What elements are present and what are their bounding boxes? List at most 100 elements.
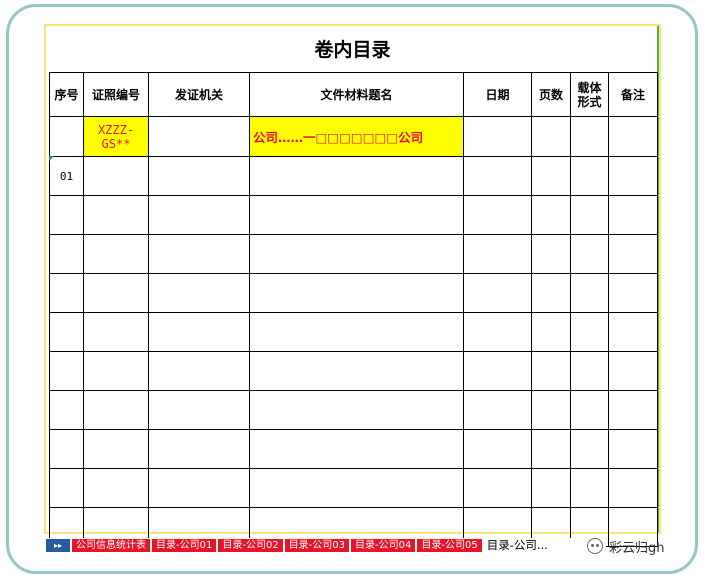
header-cell-medium[interactable]: 载体形式 — [570, 72, 609, 117]
cell[interactable] — [463, 312, 532, 352]
cell[interactable] — [608, 429, 658, 469]
header-cell-remark[interactable]: 备注 — [608, 72, 658, 117]
header-cell-doc-title[interactable]: 文件材料题名 — [249, 72, 464, 117]
cell[interactable] — [463, 351, 532, 391]
cell[interactable] — [570, 312, 609, 352]
cell-seq[interactable] — [49, 351, 84, 391]
cell[interactable] — [83, 273, 149, 313]
cell-seq[interactable] — [49, 468, 84, 508]
cell[interactable] — [148, 195, 250, 235]
cell[interactable] — [83, 234, 149, 274]
cell-seq[interactable] — [49, 273, 84, 313]
cell[interactable] — [463, 234, 532, 274]
cell[interactable] — [463, 156, 532, 196]
cell[interactable] — [570, 156, 609, 196]
cell[interactable] — [463, 468, 532, 508]
cell-seq[interactable] — [49, 312, 84, 352]
header-cell-issuer[interactable]: 发证机关 — [148, 72, 250, 117]
sheet-tab-company02[interactable]: 目录-公司02 — [218, 539, 283, 552]
cell[interactable] — [83, 429, 149, 469]
header-cell-date[interactable]: 日期 — [463, 72, 532, 117]
header-cell-code[interactable]: 证照编号 — [83, 72, 149, 117]
cell[interactable] — [249, 234, 464, 274]
cell[interactable] — [531, 351, 571, 391]
cell[interactable] — [570, 429, 609, 469]
cell[interactable] — [83, 468, 149, 508]
watermark-text: 彩云归gh — [609, 540, 665, 556]
header-cell-pages[interactable]: 页数 — [531, 72, 571, 117]
cell[interactable] — [83, 390, 149, 430]
cell[interactable] — [531, 312, 571, 352]
cell-issuer[interactable] — [148, 116, 250, 157]
cell[interactable] — [570, 351, 609, 391]
tab-scroll-arrows[interactable]: ▸▸ — [46, 539, 70, 552]
cell[interactable] — [570, 234, 609, 274]
sheet-tab-active[interactable]: 目录-公司... — [483, 539, 551, 552]
cell-seq[interactable] — [49, 429, 84, 469]
cell[interactable] — [608, 351, 658, 391]
cell[interactable] — [570, 468, 609, 508]
cell[interactable] — [148, 390, 250, 430]
cell[interactable] — [249, 351, 464, 391]
cell[interactable] — [531, 468, 571, 508]
cell-seq[interactable] — [49, 390, 84, 430]
cell-seq[interactable] — [49, 195, 84, 235]
cell[interactable] — [531, 429, 571, 469]
cell[interactable] — [83, 312, 149, 352]
cell-seq[interactable] — [49, 234, 84, 274]
cell-pages[interactable] — [531, 116, 571, 157]
cell[interactable] — [148, 468, 250, 508]
cell-seq[interactable] — [49, 116, 84, 157]
cell[interactable] — [608, 195, 658, 235]
cell[interactable] — [570, 273, 609, 313]
cell[interactable] — [531, 156, 571, 196]
cell[interactable] — [249, 156, 464, 196]
cell[interactable] — [608, 273, 658, 313]
cell-seq[interactable]: 01 — [49, 156, 84, 196]
cell-medium[interactable] — [570, 116, 609, 157]
sheet-tab-company05[interactable]: 目录-公司05 — [417, 539, 482, 552]
cell[interactable] — [148, 351, 250, 391]
cell[interactable] — [83, 351, 149, 391]
cell[interactable] — [148, 429, 250, 469]
cell[interactable] — [148, 234, 250, 274]
cell[interactable] — [463, 273, 532, 313]
sheet-tab-company01[interactable]: 目录-公司01 — [152, 539, 217, 552]
cell-doc-title[interactable]: 公司……一□□□□□□□公司 — [249, 116, 464, 157]
cell[interactable] — [249, 195, 464, 235]
cell[interactable] — [531, 234, 571, 274]
cell[interactable] — [570, 195, 609, 235]
cell[interactable] — [608, 390, 658, 430]
cell[interactable] — [148, 273, 250, 313]
cell[interactable] — [148, 156, 250, 196]
table-row — [49, 312, 658, 352]
cell[interactable] — [249, 468, 464, 508]
cell[interactable] — [608, 312, 658, 352]
cell[interactable] — [463, 195, 532, 235]
header-medium-label: 载体形式 — [577, 80, 602, 109]
sheet-tab-summary[interactable]: 公司信息统计表 — [72, 539, 150, 552]
sheet-tab-company03[interactable]: 目录-公司03 — [284, 539, 350, 552]
cell[interactable] — [531, 195, 571, 235]
cell[interactable] — [249, 312, 464, 352]
cell[interactable] — [83, 156, 149, 196]
cell[interactable] — [249, 390, 464, 430]
cell[interactable] — [531, 390, 571, 430]
cell[interactable] — [249, 429, 464, 469]
cell[interactable] — [608, 234, 658, 274]
cell[interactable] — [83, 195, 149, 235]
sheet-tab-bar: ▸▸ 公司信息统计表 目录-公司01 目录-公司02 目录-公司03 目录-公司… — [46, 538, 606, 553]
cell[interactable] — [608, 468, 658, 508]
cell[interactable] — [608, 156, 658, 196]
cell[interactable] — [249, 273, 464, 313]
cell-date[interactable] — [463, 116, 532, 157]
header-cell-seq[interactable]: 序号 — [49, 72, 84, 117]
sheet-tab-company04[interactable]: 目录-公司04 — [351, 539, 416, 552]
cell[interactable] — [463, 429, 532, 469]
cell[interactable] — [570, 390, 609, 430]
cell[interactable] — [148, 312, 250, 352]
cell-code[interactable]: XZZZ-GS** — [83, 116, 149, 157]
cell[interactable] — [463, 390, 532, 430]
cell[interactable] — [531, 273, 571, 313]
cell-remark[interactable] — [608, 116, 658, 157]
